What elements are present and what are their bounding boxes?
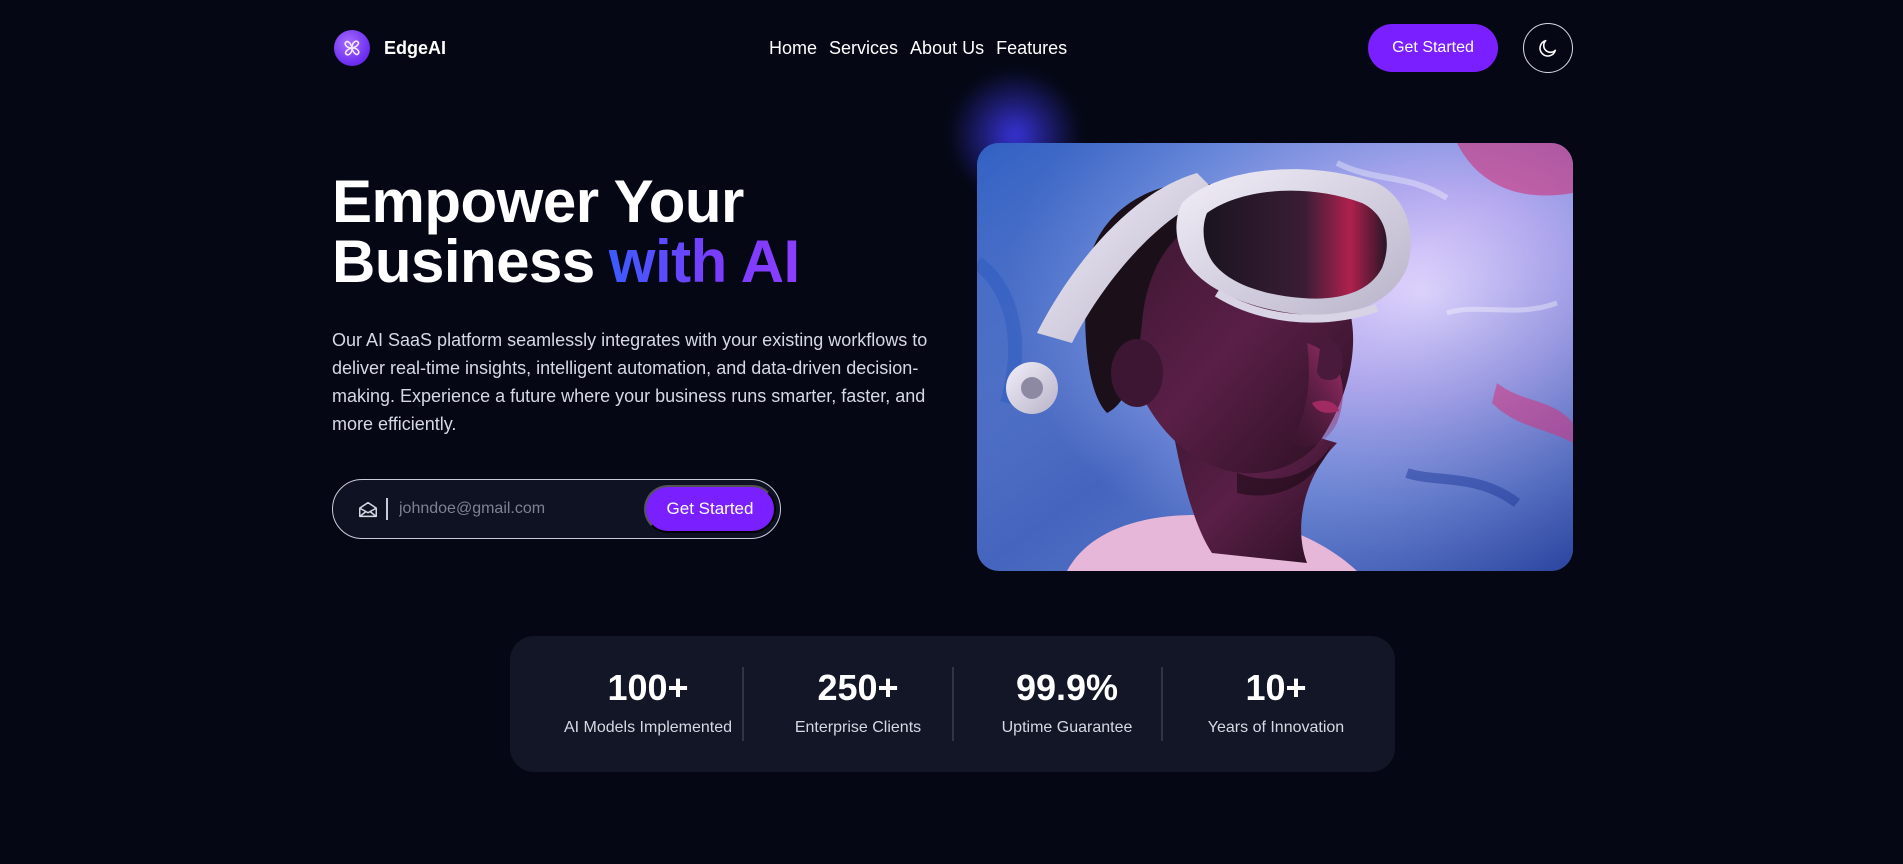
- moon-icon: [1539, 39, 1557, 57]
- theme-toggle-button[interactable]: [1523, 23, 1573, 73]
- hero-title-accent: with AI: [608, 228, 800, 295]
- input-divider: [386, 498, 388, 520]
- stat-label: Uptime Guarantee: [1001, 719, 1133, 736]
- stat-value: 250+: [817, 667, 899, 708]
- nav-link-features[interactable]: Features: [996, 36, 1067, 60]
- get-started-button[interactable]: Get Started: [1368, 24, 1498, 72]
- hero-title-line2: Business: [332, 228, 595, 295]
- stat-label: Years of Innovation: [1207, 719, 1345, 736]
- nav-link-home[interactable]: Home: [769, 36, 817, 60]
- stat-uptime: 99.9% Uptime Guarantee: [962, 636, 1172, 772]
- email-input[interactable]: [397, 494, 627, 524]
- stat-value: 99.9%: [1015, 667, 1119, 708]
- main-nav: Home Services About Us Features: [769, 36, 1067, 60]
- hero-description: Our AI SaaS platform seamlessly integrat…: [332, 330, 928, 434]
- stat-divider: [742, 667, 744, 741]
- hero-title: Empower Your Business with AI: [332, 172, 800, 292]
- stat-ai-models: 100+ AI Models Implemented: [543, 636, 753, 772]
- envelope-open-icon: [359, 501, 377, 518]
- stat-value: 10+: [1245, 667, 1307, 708]
- stat-label: AI Models Implemented: [563, 719, 733, 736]
- stat-years: 10+ Years of Innovation: [1171, 636, 1381, 772]
- hero-title-line1: Empower Your: [332, 168, 744, 235]
- stat-label: Enterprise Clients: [794, 719, 922, 736]
- email-signup-form: Get Started: [332, 479, 781, 539]
- hero-image-vr-headset: [977, 143, 1573, 571]
- stat-enterprise-clients: 250+ Enterprise Clients: [753, 636, 963, 772]
- pinwheel-logo-icon: [334, 30, 370, 66]
- navbar: EdgeAI Home Services About Us Features G…: [0, 0, 1903, 96]
- stats-panel: 100+ AI Models Implemented 250+ Enterpri…: [510, 636, 1395, 772]
- stat-value: 100+: [607, 667, 689, 708]
- brand-name: EdgeAI: [384, 37, 447, 58]
- signup-get-started-button[interactable]: Get Started: [644, 485, 776, 533]
- stat-divider: [1161, 667, 1163, 741]
- stat-divider: [952, 667, 954, 741]
- nav-link-about-us[interactable]: About Us: [910, 36, 984, 60]
- brand[interactable]: EdgeAI: [334, 30, 446, 66]
- nav-link-services[interactable]: Services: [829, 36, 898, 60]
